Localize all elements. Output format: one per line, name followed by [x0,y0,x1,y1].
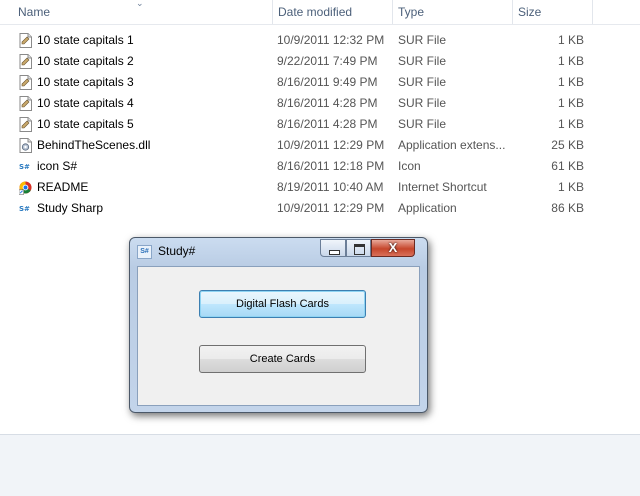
file-size: 86 KB [551,201,584,215]
column-header-name-label: Name [18,5,51,19]
chrome-shortcut-icon [19,181,32,195]
file-type: Internet Shortcut [398,180,487,194]
column-header-type[interactable]: Type [392,0,512,24]
file-size: 1 KB [557,54,584,68]
file-name: BehindTheScenes.dll [37,138,151,152]
file-date: 10/9/2011 12:32 PM [277,33,385,47]
file-row[interactable]: 10 state capitals 5 8/16/2011 4:28 PM SU… [0,114,640,135]
sur-file-icon [19,117,32,132]
maximize-button[interactable] [346,239,371,257]
file-size: 1 KB [557,117,584,131]
file-row[interactable]: 10 state capitals 1 10/9/2011 12:32 PM S… [0,30,640,51]
close-button[interactable]: X [371,239,415,257]
file-row[interactable]: S# icon S# 8/16/2011 12:18 PM Icon 61 KB [0,156,640,177]
file-type: Icon [398,159,421,173]
file-name: 10 state capitals 4 [37,96,134,110]
svg-text:S#: S# [19,163,30,171]
file-name: 10 state capitals 1 [37,33,134,47]
file-name: 10 state capitals 3 [37,75,134,89]
file-size: 1 KB [557,75,584,89]
file-size: 61 KB [551,159,584,173]
file-type: SUR File [398,96,447,110]
minimize-button[interactable] [320,239,346,257]
sur-file-icon [19,54,32,69]
file-row[interactable]: 10 state capitals 3 8/16/2011 9:49 PM SU… [0,72,640,93]
file-size: 1 KB [557,180,584,194]
minimize-icon [329,250,340,255]
close-icon: X [388,240,398,255]
file-date: 8/16/2011 12:18 PM [277,159,385,173]
file-size: 1 KB [557,96,584,110]
file-type: SUR File [398,75,447,89]
file-date: 8/16/2011 4:28 PM [277,96,378,110]
study-sharp-window: S# Study# X Digital Flash Cards Create C… [129,237,428,413]
file-date: 10/9/2011 12:29 PM [277,138,385,152]
sur-file-icon [19,96,32,111]
column-header-bar: Name ⌄ Date modified Type Size [0,0,640,25]
maximize-icon [354,244,365,255]
file-date: 10/9/2011 12:29 PM [277,201,385,215]
app-icon: S# [137,245,152,259]
file-date: 8/19/2011 10:40 AM [277,180,384,194]
file-date: 8/16/2011 9:49 PM [277,75,378,89]
sur-file-icon [19,75,32,90]
digital-flash-cards-button[interactable]: Digital Flash Cards [199,290,366,318]
title-bar[interactable]: S# Study# X [130,238,427,266]
file-type: Application [398,201,457,215]
window-title: Study# [158,244,196,258]
file-row[interactable]: 10 state capitals 2 9/22/2011 7:49 PM SU… [0,51,640,72]
svg-text:S#: S# [19,205,30,213]
file-name: 10 state capitals 2 [37,54,134,68]
sort-arrow-icon: ⌄ [136,0,144,8]
details-pane [0,434,640,496]
column-header-size-label: Size [518,5,542,19]
create-cards-button[interactable]: Create Cards [199,345,366,373]
file-date: 8/16/2011 4:28 PM [277,117,378,131]
file-name: Study Sharp [37,201,104,215]
s-sharp-icon: S# [19,163,30,171]
file-size: 25 KB [551,138,584,152]
window-client-area: Digital Flash Cards Create Cards [137,266,420,406]
file-size: 1 KB [557,33,584,47]
s-sharp-icon: S# [19,205,30,213]
file-type: SUR File [398,117,447,131]
file-type: SUR File [398,33,447,47]
dll-file-icon [19,138,32,153]
file-name: icon S# [37,159,78,173]
column-header-type-label: Type [398,5,425,19]
file-name: 10 state capitals 5 [37,117,134,131]
sur-file-icon [19,33,32,48]
file-row[interactable]: S# Study Sharp 10/9/2011 12:29 PM Applic… [0,198,640,219]
file-type: Application extens... [398,138,506,152]
file-date: 9/22/2011 7:49 PM [277,54,378,68]
file-name: README [37,180,89,194]
column-header-date[interactable]: Date modified [272,0,392,24]
file-row[interactable]: BehindTheScenes.dll 10/9/2011 12:29 PM A… [0,135,640,156]
file-row[interactable]: README 8/19/2011 10:40 AM Internet Short… [0,177,640,198]
column-header-date-label: Date modified [278,5,353,19]
column-divider[interactable] [592,0,593,24]
column-header-size[interactable]: Size [512,0,592,24]
file-row[interactable]: 10 state capitals 4 8/16/2011 4:28 PM SU… [0,93,640,114]
file-type: SUR File [398,54,447,68]
